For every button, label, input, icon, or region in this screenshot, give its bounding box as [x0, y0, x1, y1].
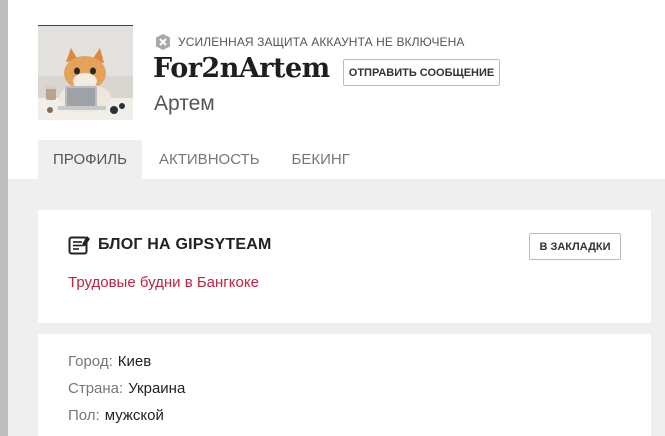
send-message-button[interactable]: ОТПРАВИТЬ СООБЩЕНИЕ	[343, 59, 500, 86]
bookmark-button[interactable]: В ЗАКЛАДКИ	[529, 233, 621, 260]
real-name: Артем	[154, 92, 215, 115]
city-value: Киев	[117, 353, 152, 370]
profile-tabs: ПРОФИЛЬ АКТИВНОСТЬ БЕКИНГ	[38, 140, 365, 179]
blog-post-link[interactable]: Трудовые будни в Бангкоке	[68, 274, 259, 291]
gender-label: Пол:	[68, 407, 100, 424]
tab-backing[interactable]: БЕКИНГ	[277, 140, 365, 179]
info-city: Город: Киев	[68, 353, 151, 370]
tab-activity[interactable]: АКТИВНОСТЬ	[144, 140, 275, 179]
avatar	[38, 25, 133, 120]
security-notice: УСИЛЕННАЯ ЗАЩИТА АККАУНТА НЕ ВКЛЮЧЕНА	[154, 33, 465, 51]
blog-heading: БЛОГ НА GIPSYTEAM	[68, 234, 271, 256]
left-strip	[0, 0, 8, 436]
tab-profile[interactable]: ПРОФИЛЬ	[38, 140, 142, 179]
blog-doc-icon	[68, 236, 90, 255]
country-value: Украина	[128, 380, 186, 397]
cat-laptop-avatar-icon	[38, 26, 133, 120]
city-label: Город:	[68, 353, 113, 370]
country-label: Страна:	[68, 380, 124, 397]
gender-value: мужской	[104, 407, 164, 424]
blog-card: БЛОГ НА GIPSYTEAM В ЗАКЛАДКИ Трудовые бу…	[38, 210, 651, 323]
profile-header: УСИЛЕННАЯ ЗАЩИТА АККАУНТА НЕ ВКЛЮЧЕНА Fo…	[8, 0, 665, 179]
security-notice-text: УСИЛЕННАЯ ЗАЩИТА АККАУНТА НЕ ВКЛЮЧЕНА	[178, 35, 465, 49]
info-gender: Пол: мужской	[68, 407, 164, 424]
username: For2nArtem	[153, 53, 330, 84]
info-country: Страна: Украина	[68, 380, 185, 397]
shield-x-icon	[156, 34, 170, 50]
info-card: Город: Киев Страна: Украина Пол: мужской	[38, 334, 651, 436]
blog-title: БЛОГ НА GIPSYTEAM	[98, 236, 272, 253]
